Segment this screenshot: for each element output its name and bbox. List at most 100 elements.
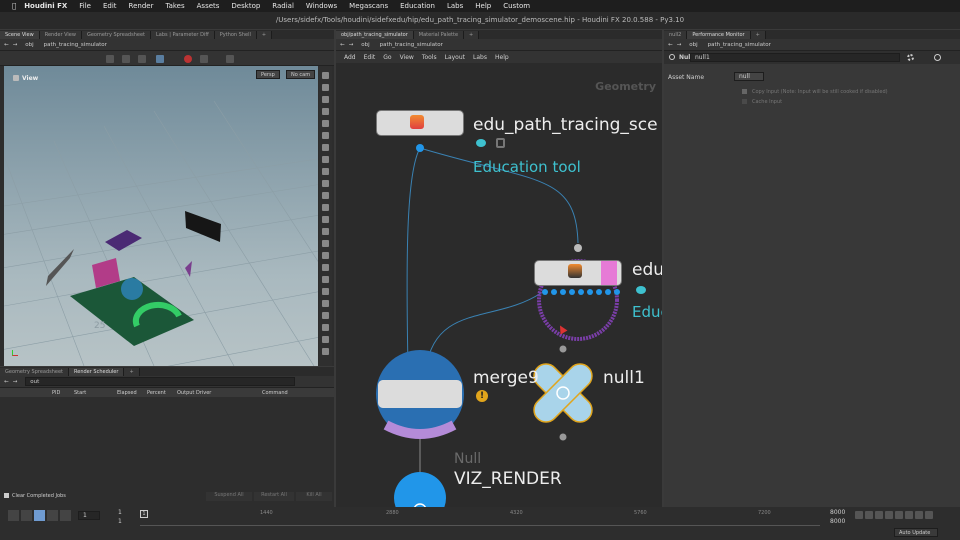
viewport-tool-icon[interactable] bbox=[322, 276, 329, 283]
menu-item-takes[interactable]: Takes bbox=[165, 2, 184, 10]
back-icon-2[interactable]: ← bbox=[4, 379, 9, 385]
menu-item-megascans[interactable]: Megascans bbox=[349, 2, 388, 10]
col-elapsed[interactable]: Elapsed bbox=[117, 390, 137, 396]
start-frame[interactable]: 1 bbox=[118, 509, 122, 516]
viewport-tool-icon[interactable] bbox=[322, 324, 329, 331]
viewport-tool-icon[interactable] bbox=[322, 180, 329, 187]
kill-all-button[interactable]: Kill All bbox=[296, 492, 332, 501]
move-tool-icon[interactable] bbox=[122, 55, 130, 63]
tab-network[interactable]: obj/path_tracing_simulator bbox=[336, 31, 414, 39]
viewport-tool-icon[interactable] bbox=[322, 84, 329, 91]
handle-tool-icon[interactable] bbox=[184, 55, 192, 63]
suspend-all-button[interactable]: Suspend All bbox=[206, 492, 252, 501]
net-menu-go[interactable]: Go bbox=[383, 54, 391, 61]
viewport-tool-icon[interactable] bbox=[322, 228, 329, 235]
node2-port[interactable] bbox=[605, 289, 611, 295]
net-path-node[interactable]: path_tracing_simulator bbox=[380, 42, 443, 48]
menu-item-render[interactable]: Render bbox=[129, 2, 154, 10]
skip-start-icon[interactable] bbox=[8, 510, 19, 521]
null1-name[interactable]: null1 bbox=[603, 368, 645, 388]
stop-icon[interactable] bbox=[34, 510, 45, 521]
node2-port[interactable] bbox=[596, 289, 602, 295]
viz-render-node[interactable] bbox=[394, 472, 446, 507]
timeline-tool-icon[interactable] bbox=[895, 511, 903, 519]
menu-item-custom[interactable]: Custom bbox=[503, 2, 530, 10]
tab-render-view[interactable]: Render View bbox=[39, 31, 82, 39]
tab-material-palette[interactable]: Material Palette bbox=[413, 31, 465, 39]
cam-menu[interactable]: No cam bbox=[286, 70, 316, 79]
view-tool-icon[interactable] bbox=[226, 55, 234, 63]
menu-item-help[interactable]: Help bbox=[475, 2, 491, 10]
tab-performance-monitor[interactable]: Performance Monitor bbox=[687, 31, 751, 39]
path-obj[interactable]: obj bbox=[25, 42, 33, 48]
clear-jobs-checkbox[interactable] bbox=[4, 493, 9, 498]
viewport[interactable]: 25 View Persp No cam bbox=[4, 66, 318, 366]
col-output-driver[interactable]: Output Driver bbox=[177, 390, 211, 396]
node2-port[interactable] bbox=[569, 289, 575, 295]
menu-item-labs[interactable]: Labs bbox=[447, 2, 463, 10]
skip-end-icon[interactable] bbox=[60, 510, 71, 521]
viewport-tool-icon[interactable] bbox=[322, 336, 329, 343]
timeline-tool-icon[interactable] bbox=[855, 511, 863, 519]
node1-name[interactable]: edu_path_tracing_sce bbox=[473, 115, 658, 135]
viewport-tool-icon[interactable] bbox=[322, 156, 329, 163]
net-menu-view[interactable]: View bbox=[400, 54, 414, 61]
merge9-body[interactable] bbox=[378, 380, 462, 408]
help-icon[interactable] bbox=[934, 54, 941, 61]
menu-item-edit[interactable]: Edit bbox=[103, 2, 117, 10]
col-start[interactable]: Start bbox=[74, 390, 86, 396]
comment-icon[interactable] bbox=[476, 139, 486, 147]
viewport-tool-icon[interactable] bbox=[322, 108, 329, 115]
net-menu-edit[interactable]: Edit bbox=[364, 54, 376, 61]
node2-port[interactable] bbox=[560, 289, 566, 295]
net-menu-layout[interactable]: Layout bbox=[445, 54, 465, 61]
net-menu-labs[interactable]: Labs bbox=[473, 54, 487, 61]
back-icon-4[interactable]: ← bbox=[668, 42, 673, 48]
network-canvas[interactable]: Geometry edu_path_tracing_sce Education … bbox=[336, 63, 662, 507]
viewport-tool-icon[interactable] bbox=[322, 300, 329, 307]
range-end-bottom[interactable]: 8000 bbox=[830, 518, 845, 525]
path-node[interactable]: path_tracing_simulator bbox=[44, 42, 107, 48]
viewport-tool-icon[interactable] bbox=[322, 192, 329, 199]
tab-null2[interactable]: null2 bbox=[664, 31, 688, 39]
viewport-tool-icon[interactable] bbox=[322, 348, 329, 355]
snap-tool-icon[interactable] bbox=[200, 55, 208, 63]
menu-item-radial[interactable]: Radial bbox=[272, 2, 294, 10]
net-menu-help[interactable]: Help bbox=[495, 54, 509, 61]
node2-port[interactable] bbox=[614, 289, 620, 295]
viewport-tool-icon[interactable] bbox=[322, 288, 329, 295]
node2-comment-icon[interactable] bbox=[636, 286, 646, 294]
viewport-tool-icon[interactable] bbox=[322, 120, 329, 127]
add-tab-icon-3[interactable]: + bbox=[464, 31, 480, 39]
add-tab-icon[interactable]: + bbox=[256, 31, 273, 39]
timeline-tool-icon[interactable] bbox=[865, 511, 873, 519]
node1-output-port[interactable] bbox=[416, 144, 424, 152]
col-command[interactable]: Command bbox=[262, 390, 288, 396]
menu-item-assets[interactable]: Assets bbox=[197, 2, 220, 10]
forward-icon-3[interactable]: → bbox=[349, 42, 354, 48]
apple-icon[interactable]:  bbox=[12, 2, 16, 10]
step-back-icon[interactable] bbox=[21, 510, 32, 521]
node-name-field[interactable]: null1 bbox=[690, 53, 900, 62]
node2-input-port[interactable] bbox=[574, 244, 582, 252]
viewport-tool-icon[interactable] bbox=[322, 204, 329, 211]
null1-input-port[interactable] bbox=[559, 345, 567, 353]
timeline-tool-icon[interactable] bbox=[885, 511, 893, 519]
forward-icon-4[interactable]: → bbox=[677, 42, 682, 48]
viz-render-name[interactable]: VIZ_RENDER bbox=[454, 469, 562, 489]
back-icon[interactable]: ← bbox=[4, 42, 9, 48]
net-menu-tools[interactable]: Tools bbox=[422, 54, 437, 61]
rotate-tool-icon[interactable] bbox=[138, 55, 146, 63]
add-tab-icon-4[interactable]: + bbox=[750, 31, 766, 39]
persp-menu[interactable]: Persp bbox=[256, 70, 280, 79]
lock-icon[interactable] bbox=[496, 138, 505, 148]
node2-port[interactable] bbox=[542, 289, 548, 295]
forward-icon-2[interactable]: → bbox=[13, 379, 18, 385]
output-path-field[interactable]: out bbox=[25, 377, 296, 386]
select-tool-icon[interactable] bbox=[106, 55, 114, 63]
end-frame[interactable]: 1 bbox=[118, 518, 122, 525]
timeline-tool-icon[interactable] bbox=[925, 511, 933, 519]
gear-icon[interactable] bbox=[907, 54, 914, 61]
param-path-obj[interactable]: obj bbox=[689, 42, 697, 48]
viewport-tool-icon[interactable] bbox=[322, 216, 329, 223]
